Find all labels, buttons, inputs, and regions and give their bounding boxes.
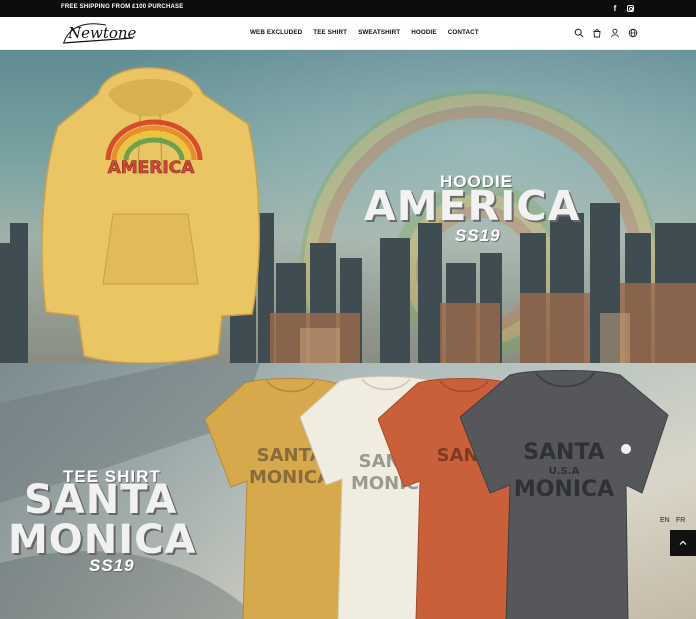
nav-web-excluded[interactable]: WEB EXCLUDED — [250, 29, 302, 36]
hero-banner-hoodie[interactable]: AMERICA HOODIE AMERICA SS19 — [0, 50, 696, 363]
svg-text:MONICA: MONICA — [514, 477, 614, 502]
globe-icon[interactable] — [628, 28, 638, 38]
chevron-up-icon — [679, 540, 687, 545]
main-nav: WEB EXCLUDED TEE SHIRT SWEATSHIRT HOODIE… — [250, 29, 479, 36]
svg-text:AMERICA: AMERICA — [108, 158, 196, 178]
nav-contact[interactable]: CONTACT — [448, 29, 479, 36]
language-fr[interactable]: FR — [676, 517, 685, 524]
hero2-season: SS19 — [89, 556, 135, 575]
svg-text:SANTA: SANTA — [523, 440, 605, 465]
logo-text: Newtone — [67, 24, 137, 42]
header-actions — [574, 28, 638, 38]
language-en[interactable]: EN — [660, 517, 670, 524]
promo-text: FREE SHIPPING FROM £100 PURCHASE — [61, 4, 184, 10]
nav-sweatshirt[interactable]: SWEATSHIRT — [358, 29, 400, 36]
hero-banner-tee-shirt[interactable]: SANTA MONICA SANTA MONICA SANTA SANTA U.… — [0, 363, 696, 619]
search-icon[interactable] — [574, 28, 584, 38]
site-header: Newtone WEB EXCLUDED TEE SHIRT SWEATSHIR… — [0, 17, 696, 50]
nav-hoodie[interactable]: HOODIE — [411, 29, 436, 36]
instagram-icon[interactable] — [625, 3, 635, 13]
account-icon[interactable] — [610, 28, 620, 38]
scroll-to-top-button[interactable] — [670, 530, 696, 556]
svg-text:U.S.A: U.S.A — [549, 466, 580, 477]
nav-tee-shirt[interactable]: TEE SHIRT — [313, 29, 347, 36]
hero1-title: AMERICA — [364, 182, 581, 230]
promo-bar: FREE SHIPPING FROM £100 PURCHASE f — [0, 0, 696, 17]
facebook-icon[interactable]: f — [610, 3, 620, 13]
newtone-logo[interactable]: Newtone — [61, 21, 137, 45]
cart-icon[interactable] — [592, 28, 602, 38]
tee-charcoal-image[interactable]: SANTA U.S.A MONICA — [460, 369, 670, 619]
hero1-season: SS19 — [455, 226, 501, 245]
hoodie-product-image[interactable]: AMERICA — [38, 54, 264, 363]
